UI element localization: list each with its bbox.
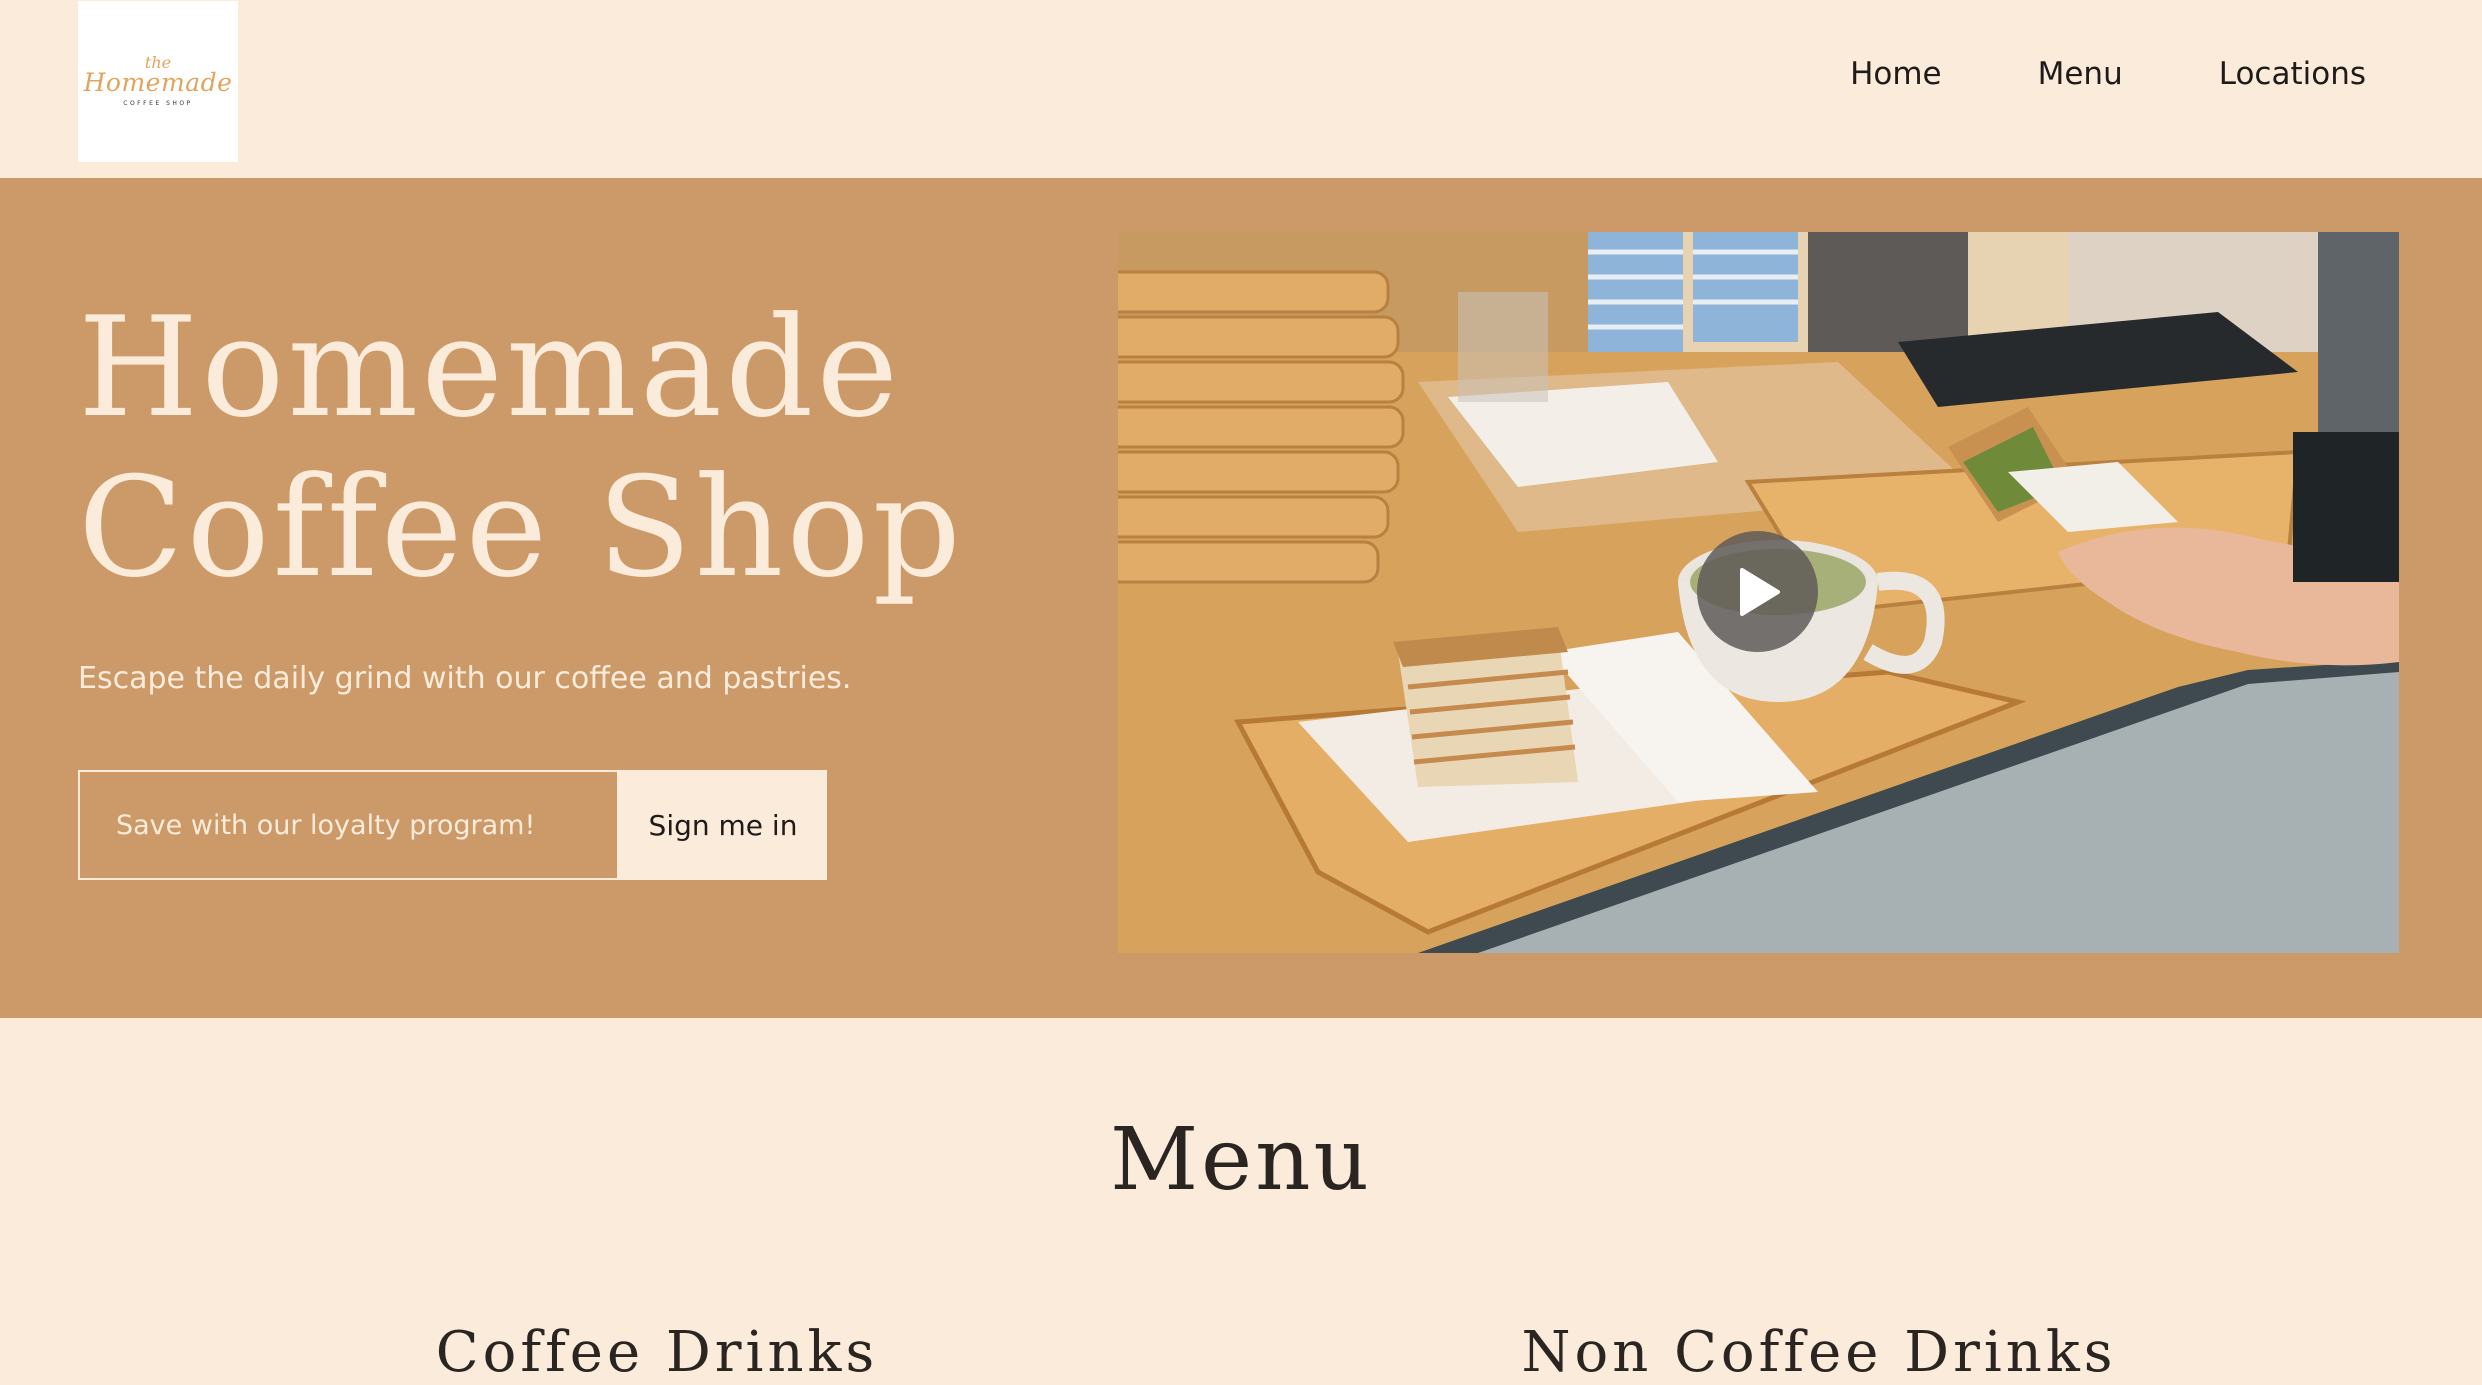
- loyalty-email-input[interactable]: [78, 770, 619, 880]
- play-icon: [1739, 567, 1780, 616]
- site-header: the Homemade COFFEE SHOP Home Menu Locat…: [0, 0, 2482, 178]
- hero-section: Homemade Coffee Shop Escape the daily gr…: [0, 178, 2482, 1018]
- hero-subtitle: Escape the daily grind with our coffee a…: [78, 661, 852, 696]
- logo-main-text: Homemade: [83, 68, 233, 97]
- menu-category-coffee-drinks: Coffee Drinks: [435, 1320, 879, 1385]
- hero-video[interactable]: [1118, 232, 2399, 953]
- sign-in-button[interactable]: Sign me in: [619, 770, 827, 880]
- menu-category-non-coffee-drinks: Non Coffee Drinks: [1521, 1320, 2117, 1385]
- main-nav: Home Menu Locations: [1850, 56, 2366, 92]
- nav-locations-link[interactable]: Locations: [2219, 56, 2366, 92]
- play-button[interactable]: [1697, 531, 1818, 652]
- loyalty-signup-form: Sign me in: [78, 770, 827, 880]
- logo-sub-text: COFFEE SHOP: [123, 100, 193, 107]
- nav-home-link[interactable]: Home: [1850, 56, 1942, 92]
- nav-menu-link[interactable]: Menu: [2038, 56, 2123, 92]
- logo[interactable]: the Homemade COFFEE SHOP: [78, 1, 238, 162]
- hero-title-line2: Coffee Shop: [78, 447, 964, 608]
- menu-section-title: Menu: [1110, 1110, 1372, 1210]
- hero-title-line1: Homemade: [78, 287, 902, 448]
- hero-title: Homemade Coffee Shop: [78, 288, 978, 608]
